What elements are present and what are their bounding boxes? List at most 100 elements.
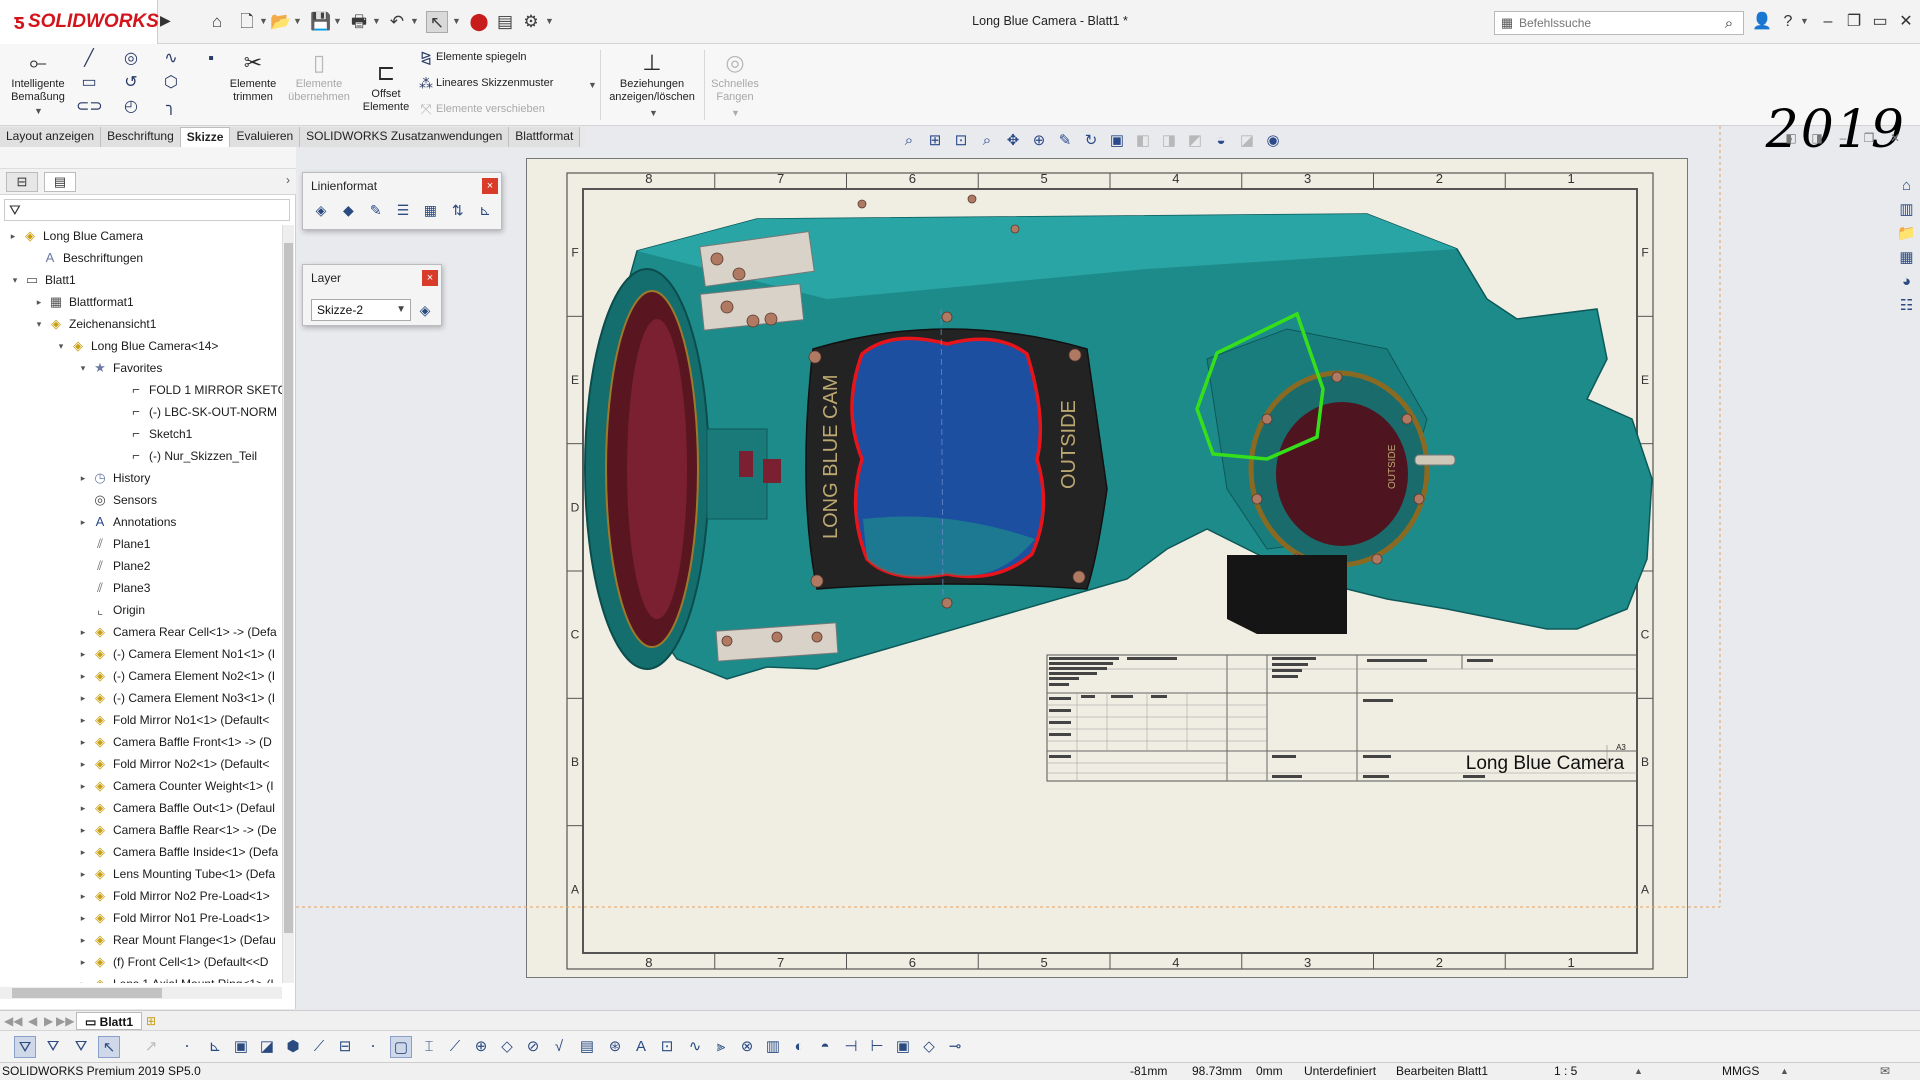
expand-arrow-icon[interactable]: ▸	[76, 847, 90, 858]
design-library-icon[interactable]: ▥	[1896, 199, 1918, 221]
tree-node[interactable]: ▾ ◈ Zeichenansicht1	[32, 313, 157, 335]
toggle-selection-filter-icon[interactable]: ⛛	[14, 1036, 36, 1058]
tree-node[interactable]: ▸ ◈ (-) Camera Element No1<1> (I	[76, 643, 275, 665]
property-manager-tab-icon[interactable]: ▤	[44, 172, 76, 192]
tree-node[interactable]: ◎ Sensors	[76, 489, 157, 511]
sheet-nav-next-icon[interactable]: ▶	[44, 1012, 53, 1030]
linear-pattern-dropdown-icon[interactable]: ▼	[588, 80, 597, 90]
clear-filters-icon[interactable]: ⛛	[70, 1036, 92, 1058]
sheet-tab-blatt1[interactable]: ▭ Blatt1	[76, 1012, 143, 1030]
tree-node[interactable]: ⌐ FOLD 1 MIRROR SKETCH	[112, 379, 282, 401]
filter-datum-features-icon[interactable]: ⊛	[604, 1036, 626, 1058]
tree-node[interactable]: ▸ ◈ Rear Mount Flange<1> (Defau	[76, 929, 276, 951]
print-icon[interactable]: 🖶	[348, 11, 370, 33]
expand-arrow-icon[interactable]: ▸	[76, 649, 90, 660]
filter-mesh-edges-icon[interactable]: ⊣	[840, 1036, 862, 1058]
tree-filter-icon[interactable]: ⛛	[4, 199, 290, 221]
undo-dropdown-icon[interactable]: ▼	[410, 16, 419, 26]
filter-datum-targets-icon[interactable]: ⊡	[656, 1036, 678, 1058]
filter-mesh-faces-icon[interactable]: ◓	[814, 1036, 836, 1058]
filter-centerlines-icon[interactable]: ⊕	[470, 1036, 492, 1058]
expand-arrow-icon[interactable]: ▸	[76, 803, 90, 814]
expand-arrow-icon[interactable]: ▾	[54, 341, 68, 352]
tree-node[interactable]: ▸ ◈ Camera Baffle Inside<1> (Defa	[76, 841, 278, 863]
command-search-input[interactable]	[1519, 16, 1715, 30]
expand-arrow-icon[interactable]: ▸	[76, 759, 90, 770]
solidworks-logo[interactable]: ƽ SOLIDWORKS	[0, 0, 159, 44]
tree-node[interactable]: ▸ ◈ Camera Rear Cell<1> -> (Defa	[76, 621, 277, 643]
tree-scroll-thumb[interactable]	[284, 243, 293, 933]
toggle-filter-toolbar-icon[interactable]: ⛛	[42, 1036, 64, 1058]
filter-dowel-pins-icon[interactable]: ⊗	[736, 1036, 758, 1058]
tree-node[interactable]: ⫽ Plane2	[76, 555, 150, 577]
tree-node[interactable]: ▸ ◈ (f) Front Cell<1> (Default<<D	[76, 951, 269, 973]
expand-arrow-icon[interactable]: ▸	[76, 935, 90, 946]
sketch-fillet-icon[interactable]: ╮	[158, 96, 184, 118]
expand-arrow-icon[interactable]: ▸	[76, 627, 90, 638]
filter-sketch-segments-icon[interactable]: ▢	[390, 1036, 412, 1058]
slot-tool-icon[interactable]: ⊂⊃	[76, 96, 103, 118]
rectangle-tool-icon[interactable]: ▭	[76, 72, 102, 94]
save-dropdown-icon[interactable]: ▼	[333, 16, 342, 26]
undo-icon[interactable]: ↶	[386, 11, 408, 33]
filter-edges-icon[interactable]: ⊾	[204, 1036, 226, 1058]
print-dropdown-icon[interactable]: ▼	[372, 16, 381, 26]
filter-blocks-icon[interactable]: ⫸	[710, 1036, 732, 1058]
filter-annotations-icon[interactable]: ▣	[892, 1036, 914, 1058]
expand-arrow-icon[interactable]: ▸	[76, 715, 90, 726]
close-window-icon[interactable]: ✕	[1894, 11, 1918, 33]
custom-properties-icon[interactable]: ☷	[1896, 295, 1918, 317]
tree-node[interactable]: ▸ ◈ Camera Baffle Front<1> -> (D	[76, 731, 272, 753]
expand-arrow-icon[interactable]: ▸	[6, 231, 20, 242]
sheet-nav-prev-icon[interactable]: ◀	[28, 1012, 37, 1030]
invert-selection-icon[interactable]: ↗	[140, 1036, 162, 1058]
user-account-icon[interactable]: 👤	[1750, 11, 1774, 33]
tree-node[interactable]: ⌞ Origin	[76, 599, 145, 621]
status-scale-dropdown-icon[interactable]: ▲	[1634, 1063, 1643, 1080]
filter-mesh-vertices-icon[interactable]: ⊢	[866, 1036, 888, 1058]
rebuild-traffic-light-icon[interactable]: ⬤	[468, 11, 490, 33]
tree-node[interactable]: ▸ ▦ Blattformat1	[32, 291, 134, 313]
filter-routing-points-icon[interactable]: ◐	[788, 1036, 810, 1058]
spline-tool-icon[interactable]: ∿	[158, 48, 184, 70]
tree-node[interactable]: ⫽ Plane1	[76, 533, 150, 555]
filter-geometric-tolerance-icon[interactable]: √	[548, 1036, 570, 1058]
tree-node[interactable]: ▸ ◈ Camera Baffle Out<1> (Defaul	[76, 797, 275, 819]
filter-vertices-icon[interactable]: ⋅	[176, 1036, 198, 1058]
tree-node[interactable]: ⌐ (-) Nur_Skizzen_Teil	[112, 445, 257, 467]
filter-solid-bodies-icon[interactable]: ⬢	[282, 1036, 304, 1058]
logo-menu-arrow-icon[interactable]: ▶	[160, 12, 174, 34]
tree-node[interactable]: ▾ ◈ Long Blue Camera<14>	[54, 335, 219, 357]
minimize-window-icon[interactable]: –	[1816, 11, 1840, 33]
filter-planes-icon[interactable]: ⊟	[334, 1036, 356, 1058]
tree-node[interactable]: ▸ ◈ Long Blue Camera	[6, 225, 143, 247]
tile-window-icon[interactable]: ▭	[1868, 11, 1892, 33]
tab-evaluate[interactable]: Evaluieren	[230, 127, 301, 147]
tree-node[interactable]: ▸ ◈ Lens Mounting Tube<1> (Defa	[76, 863, 275, 885]
status-feedback-icon[interactable]: ✉	[1880, 1063, 1890, 1080]
sheet-nav-first-icon[interactable]: ◀◀	[4, 1012, 22, 1030]
expand-arrow-icon[interactable]: ▸	[76, 825, 90, 836]
filter-sketch-points-icon[interactable]: ⋅	[362, 1036, 384, 1058]
expand-arrow-icon[interactable]: ▸	[76, 869, 90, 880]
help-icon[interactable]: ?	[1776, 11, 1800, 33]
expand-arrow-icon[interactable]: ▸	[76, 979, 90, 984]
new-dropdown-icon[interactable]: ▼	[259, 16, 268, 26]
select-pointer-icon[interactable]: ↖	[426, 11, 448, 33]
tree-horizontal-scrollbar[interactable]	[0, 987, 282, 999]
filter-midpoints-icon[interactable]: ⌶	[418, 1036, 440, 1058]
new-document-icon[interactable]: 🗋	[236, 11, 258, 33]
point-tool-icon[interactable]: ▪	[198, 48, 224, 70]
command-search-box[interactable]: ▦ ⌕	[1494, 11, 1744, 35]
filter-faces-icon[interactable]: ▣	[230, 1036, 252, 1058]
file-properties-icon[interactable]: ▤	[494, 11, 516, 33]
expand-arrow-icon[interactable]: ▸	[32, 297, 46, 308]
move-entities-button[interactable]: ⤧ Elemente verschieben	[416, 98, 544, 120]
tree-node[interactable]: ▸ ◷ History	[76, 467, 151, 489]
save-icon[interactable]: 💾	[310, 11, 332, 33]
expand-arrow-icon[interactable]: ▸	[76, 913, 90, 924]
circle-tool-icon[interactable]: ◎	[118, 48, 144, 70]
restore-window-icon[interactable]: ❐	[1842, 11, 1866, 33]
trim-entities-button[interactable]: ✂ Elemente trimmen	[224, 48, 282, 104]
solidworks-resources-icon[interactable]: ⌂	[1896, 175, 1918, 197]
